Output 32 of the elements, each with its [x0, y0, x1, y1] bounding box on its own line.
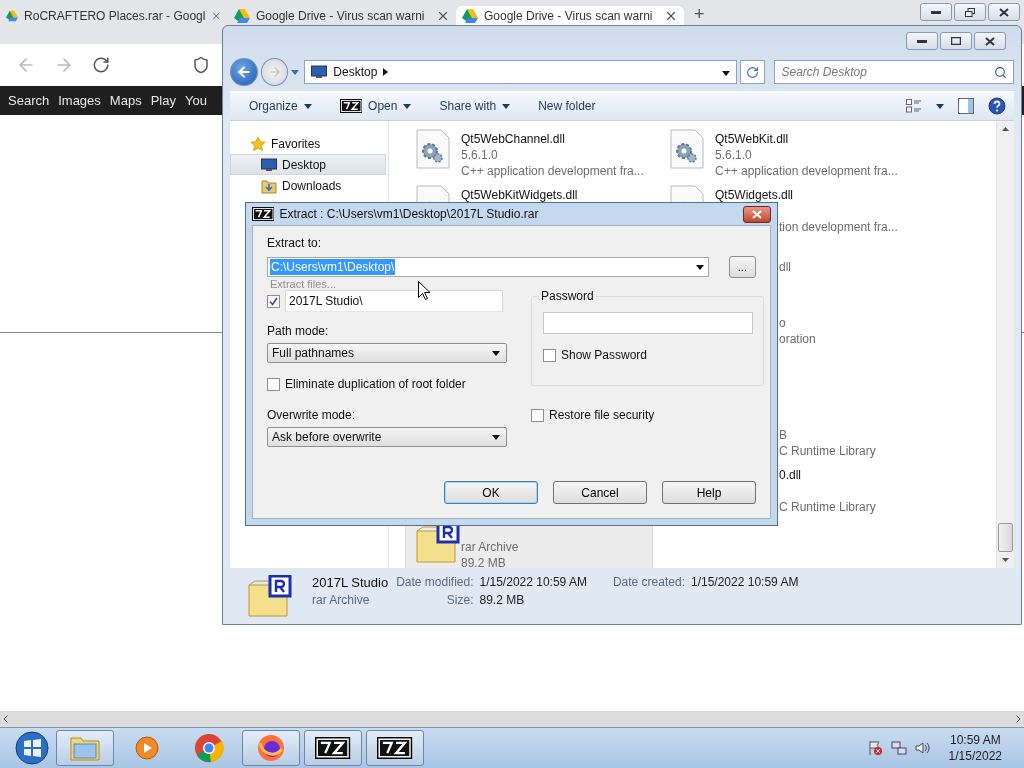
detail-label: Date created: [612, 575, 685, 591]
detail-value: 1/15/2022 10:59 AM [479, 575, 587, 591]
detail-value: 89.2 MB [479, 593, 526, 609]
file-name: Qt5WebKitWidgets.dll [461, 187, 578, 203]
hint-text: Extract files... [270, 279, 337, 290]
file-type: rar Archive [312, 593, 371, 609]
detail-label: Date modified: [396, 575, 474, 591]
file-info: tion development fra... [779, 219, 898, 235]
file-name: 0.dll [779, 467, 801, 483]
file-info: 5.6.1.0 [715, 147, 752, 163]
detail-value: 1/15/2022 10:59 AM [691, 575, 800, 591]
file-info: oration [779, 331, 816, 347]
file-name: 2017L Studio [312, 575, 389, 592]
field-label: Overwrite mode: [267, 408, 357, 422]
detail-label: Size: [445, 593, 474, 609]
file-info: o [779, 315, 786, 331]
dialog-title: Extract : C:\Users\vm1\Desktop\2017L Studio.rar [279, 207, 539, 221]
file-info: B [779, 427, 787, 443]
group-label: Password [539, 289, 596, 303]
file-name: Qt5Widgets.dll [715, 187, 794, 203]
field-label: Path mode: [267, 324, 330, 338]
file-name: Qt5WebChannel.dll [461, 131, 565, 147]
field-label: Extract to: [267, 236, 323, 250]
file-name: Qt5WebKit.dll [715, 131, 789, 147]
file-info: 89.2 MB [461, 555, 506, 568]
file-info: dll [779, 259, 791, 275]
file-info: C Runtime Library [779, 499, 876, 515]
file-info: C++ application development fra... [715, 163, 898, 179]
file-info: 5.6.1.0 [461, 147, 498, 163]
file-info: C++ application development fra... [461, 163, 644, 179]
file-info: rar Archive [461, 539, 519, 555]
file-info: C Runtime Library [779, 443, 876, 459]
